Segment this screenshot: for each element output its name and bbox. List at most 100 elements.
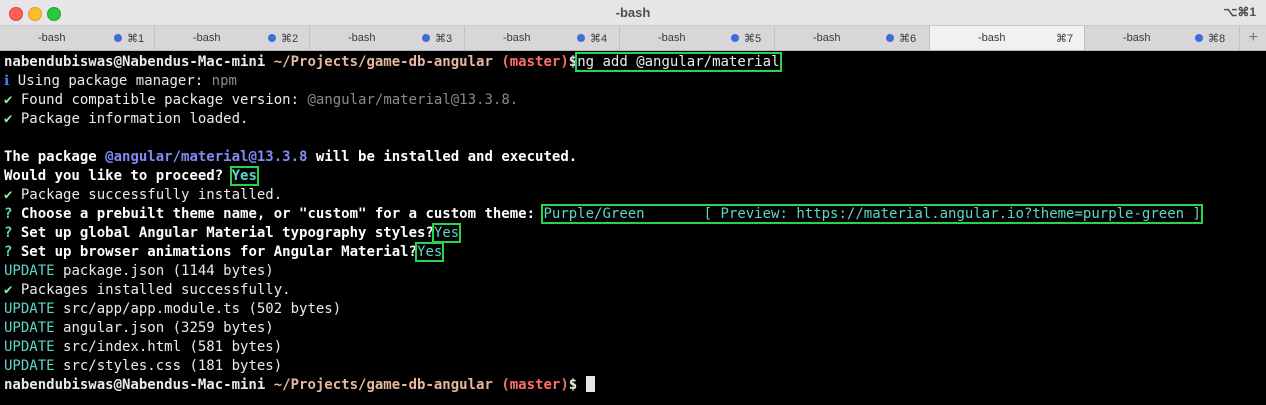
output-text: The package	[4, 149, 97, 165]
output-text: will be installed and executed.	[315, 149, 578, 165]
tab-shortcut: ⌘2	[281, 33, 299, 45]
output-text: Using package manager:	[17, 73, 204, 89]
output-text: angular.json (3259 bytes)	[63, 320, 274, 336]
prompt-path: ~/Projects/game-db-angular	[273, 54, 493, 70]
output-text: src/app/app.module.ts (502 bytes)	[63, 301, 342, 317]
window-shortcut: ⌥⌘1	[1223, 5, 1256, 19]
tab-3[interactable]: -bash ⌘3	[310, 26, 465, 50]
output-text: package.json (1144 bytes)	[63, 263, 274, 279]
activity-dot-icon	[1195, 34, 1203, 42]
update-tag: UPDATE	[4, 320, 55, 336]
output-text: Package successfully installed.	[20, 187, 283, 203]
prompt-line: nabendubiswas@Nabendus-Mac-mini ~/Projec…	[4, 52, 782, 72]
tab-1[interactable]: -bash ⌘1	[0, 26, 155, 50]
tab-shortcut: ⌘8	[1208, 33, 1226, 45]
update-tag: UPDATE	[4, 339, 55, 355]
activity-dot-icon	[886, 34, 894, 42]
title-bar: -bash ⌥⌘1	[0, 0, 1266, 26]
output-line: The package @angular/material@13.3.8 wil…	[4, 148, 577, 167]
update-tag: UPDATE	[4, 301, 55, 317]
animations-answer: Yes	[415, 242, 445, 262]
typography-prompt: ? Set up global Angular Material typogra…	[4, 223, 462, 243]
output-text: src/index.html (581 bytes)	[63, 339, 283, 355]
output-line: ✔ Found compatible package version: @ang…	[4, 91, 518, 110]
tab-6[interactable]: -bash ⌘6	[775, 26, 930, 50]
output-text: src/styles.css (181 bytes)	[63, 358, 283, 374]
update-line: UPDATE src/index.html (581 bytes)	[4, 338, 282, 357]
question-icon: ?	[4, 206, 13, 222]
tab-bar: -bash ⌘1 -bash ⌘2 -bash ⌘3 -bash ⌘4 -bas…	[0, 26, 1266, 51]
output-text: Choose a prebuilt theme name, or "custom…	[20, 206, 536, 222]
prompt-line: nabendubiswas@Nabendus-Mac-mini ~/Projec…	[4, 376, 595, 395]
output-text: Packages installed successfully.	[20, 282, 291, 298]
tab-label: -bash	[978, 32, 1006, 44]
terminal-output[interactable]: nabendubiswas@Nabendus-Mac-mini ~/Projec…	[0, 51, 1266, 405]
output-text: Found compatible package version:	[20, 92, 300, 108]
prompt-symbol: $	[568, 54, 578, 70]
tab-8[interactable]: -bash ⌘8	[1085, 26, 1240, 50]
check-icon: ✔	[4, 187, 13, 203]
tab-shortcut: ⌘7	[1056, 33, 1074, 45]
update-line: UPDATE package.json (1144 bytes)	[4, 262, 274, 281]
tab-label: -bash	[38, 32, 66, 44]
tab-label: -bash	[1123, 32, 1151, 44]
activity-dot-icon	[422, 34, 430, 42]
tab-2[interactable]: -bash ⌘2	[155, 26, 310, 50]
check-icon: ✔	[4, 92, 13, 108]
activity-dot-icon	[114, 34, 122, 42]
prompt-user: nabendubiswas@Nabendus-Mac-mini	[4, 377, 266, 393]
typography-answer: Yes	[431, 223, 462, 243]
output-line: ✔ Packages installed successfully.	[4, 281, 291, 300]
output-text: Package information loaded.	[20, 111, 249, 127]
output-line: ✔ Package information loaded.	[4, 110, 248, 129]
theme-prompt: ? Choose a prebuilt theme name, or "cust…	[4, 204, 1203, 224]
output-text: Would you like to proceed?	[4, 168, 224, 184]
output-line: ✔ Package successfully installed.	[4, 186, 282, 205]
proceed-answer: Yes	[229, 166, 259, 186]
update-tag: UPDATE	[4, 358, 55, 374]
tab-shortcut: ⌘5	[744, 33, 762, 45]
tab-label: -bash	[193, 32, 221, 44]
tab-shortcut: ⌘6	[899, 33, 917, 45]
text-cursor	[585, 376, 595, 392]
info-icon: ℹ	[4, 73, 10, 89]
window-title: -bash	[615, 5, 651, 20]
command-text: ng add @angular/material	[575, 52, 782, 72]
tab-label: -bash	[658, 32, 686, 44]
output-text: Set up global Angular Material typograph…	[20, 225, 434, 241]
output-line: ℹ Using package manager: npm	[4, 72, 237, 91]
update-line: UPDATE src/styles.css (181 bytes)	[4, 357, 282, 376]
prompt-branch: (master)	[501, 54, 569, 70]
question-icon: ?	[4, 225, 13, 241]
tab-label: -bash	[348, 32, 376, 44]
prompt-branch: (master)	[501, 377, 569, 393]
prompt-path: ~/Projects/game-db-angular	[273, 377, 493, 393]
output-text: Set up browser animations for Angular Ma…	[20, 244, 418, 260]
update-line: UPDATE angular.json (3259 bytes)	[4, 319, 274, 338]
tab-shortcut: ⌘1	[127, 33, 145, 45]
tab-shortcut: ⌘3	[435, 33, 453, 45]
proceed-prompt: Would you like to proceed? Yes	[4, 166, 259, 186]
package-name: @angular/material@13.3.8	[105, 149, 308, 165]
update-line: UPDATE src/app/app.module.ts (502 bytes)	[4, 300, 341, 319]
output-value: npm	[211, 73, 237, 89]
activity-dot-icon	[268, 34, 276, 42]
tab-4[interactable]: -bash ⌘4	[465, 26, 620, 50]
activity-dot-icon	[577, 34, 585, 42]
tab-label: -bash	[503, 32, 531, 44]
tab-label: -bash	[813, 32, 841, 44]
new-tab-button[interactable]: +	[1249, 29, 1258, 47]
check-icon: ✔	[4, 111, 13, 127]
activity-dot-icon	[731, 34, 739, 42]
output-value: @angular/material@13.3.8.	[307, 92, 519, 108]
check-icon: ✔	[4, 282, 13, 298]
animations-prompt: ? Set up browser animations for Angular …	[4, 242, 445, 262]
tab-5[interactable]: -bash ⌘5	[620, 26, 775, 50]
prompt-symbol: $	[568, 377, 578, 393]
tab-7-active[interactable]: -bash ⌘7	[930, 26, 1085, 50]
prompt-user: nabendubiswas@Nabendus-Mac-mini	[4, 54, 266, 70]
tab-shortcut: ⌘4	[590, 33, 608, 45]
update-tag: UPDATE	[4, 263, 55, 279]
question-icon: ?	[4, 244, 13, 260]
theme-answer: Purple/Green [ Preview: https://material…	[541, 204, 1203, 224]
